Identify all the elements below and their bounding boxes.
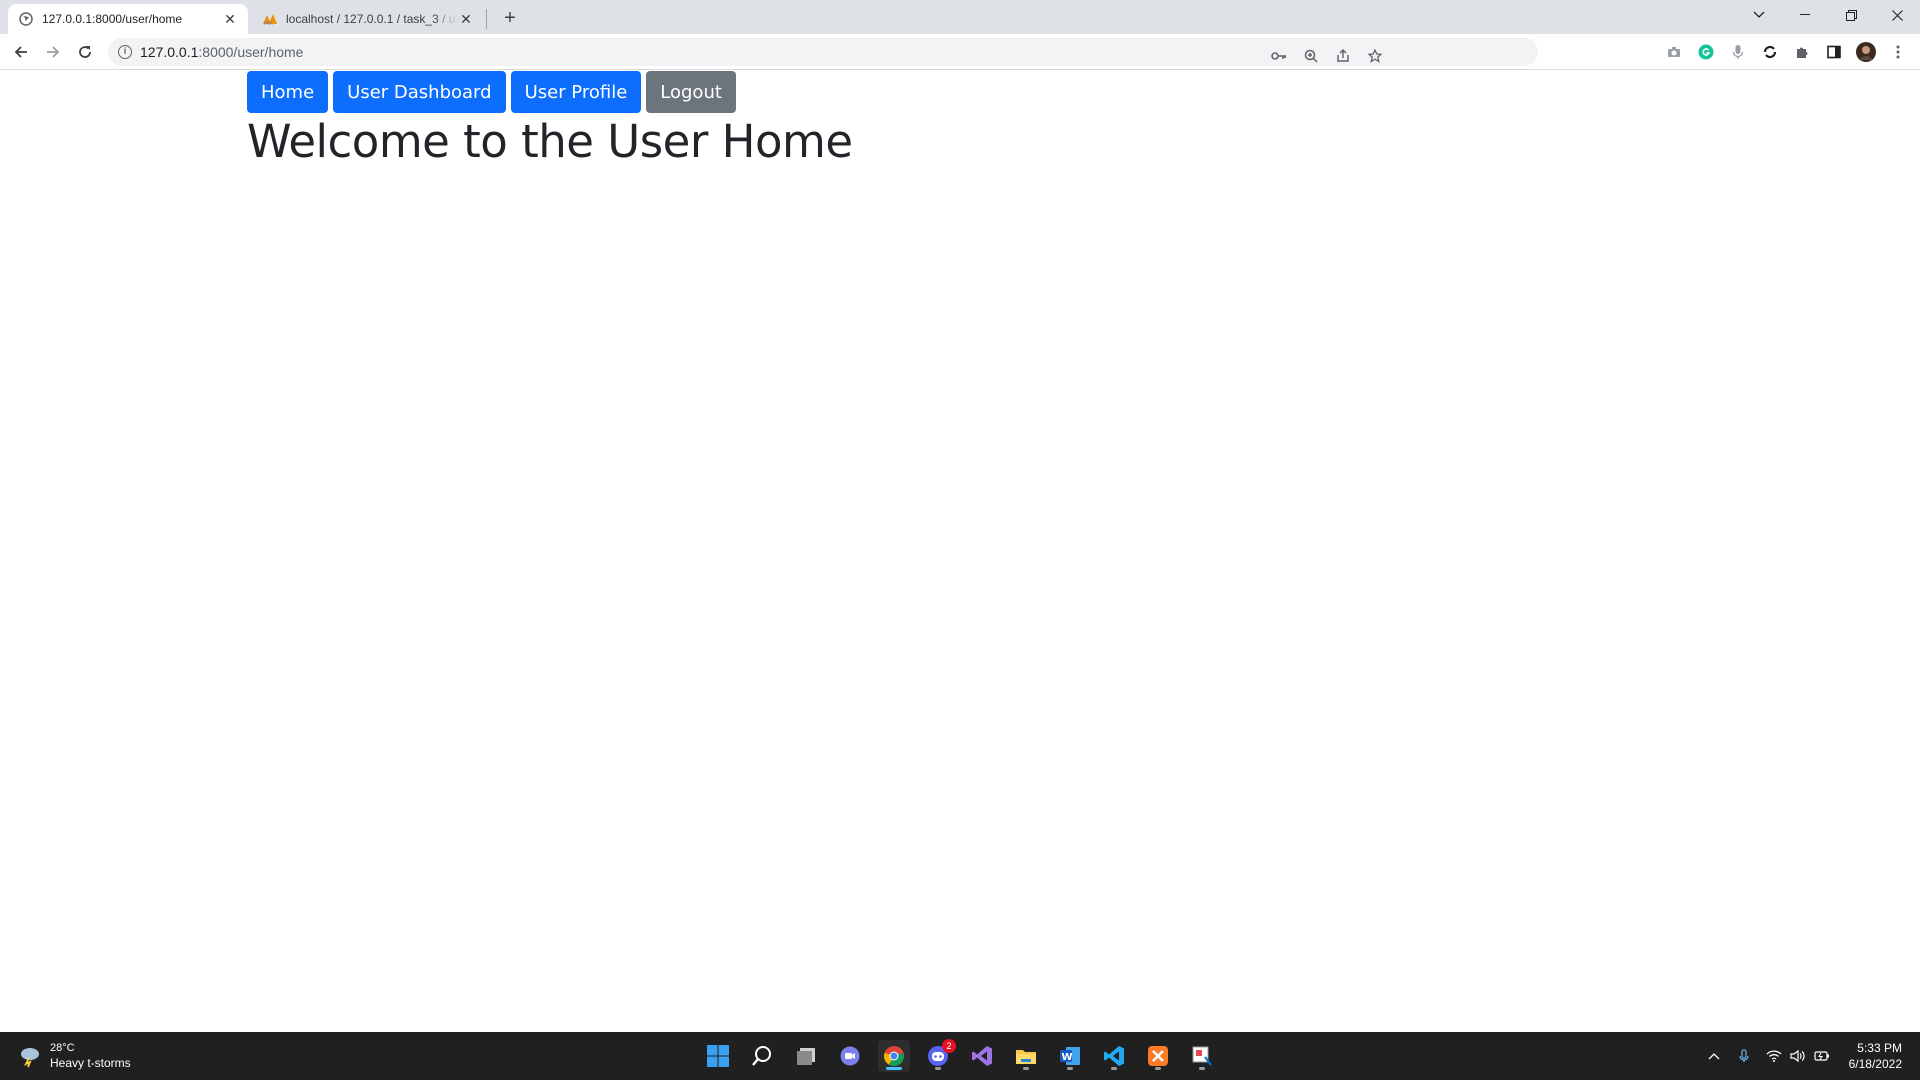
close-tab-icon[interactable]: ✕ xyxy=(458,11,474,27)
file-explorer-icon[interactable] xyxy=(1010,1040,1042,1072)
system-clock[interactable]: 5:33 PM 6/18/2022 xyxy=(1849,1040,1902,1072)
back-button[interactable] xyxy=(8,39,34,65)
close-tab-icon[interactable]: ✕ xyxy=(222,11,238,27)
tab-separator xyxy=(486,9,487,29)
svg-text:W: W xyxy=(1062,1052,1073,1063)
active-indicator xyxy=(886,1067,902,1070)
running-indicator xyxy=(1023,1067,1029,1070)
profile-avatar[interactable] xyxy=(1856,42,1876,62)
zoom-icon[interactable] xyxy=(1300,45,1322,67)
visual-studio-icon[interactable] xyxy=(966,1040,998,1072)
running-indicator xyxy=(1067,1067,1073,1070)
forward-button[interactable] xyxy=(40,39,66,65)
tab-user-home[interactable]: 127.0.0.1:8000/user/home ✕ xyxy=(8,4,248,34)
notification-badge: 2 xyxy=(942,1039,956,1053)
bookmark-star-icon[interactable] xyxy=(1364,45,1386,67)
home-button[interactable]: Home xyxy=(247,71,329,113)
tab-title: 127.0.0.1:8000/user/home xyxy=(42,12,183,26)
clock-time: 5:33 PM xyxy=(1857,1041,1902,1055)
vscode-icon[interactable] xyxy=(1098,1040,1130,1072)
running-indicator xyxy=(1199,1067,1205,1070)
address-bar[interactable]: i 127.0.0.1:8000/user/home xyxy=(108,38,1538,66)
phpmyadmin-icon: PMA xyxy=(262,11,278,27)
share-icon[interactable] xyxy=(1332,45,1354,67)
weather-temperature: 28°C xyxy=(50,1042,75,1054)
top-nav: Home User Dashboard User Profile Logout xyxy=(247,71,736,113)
user-profile-button[interactable]: User Profile xyxy=(510,71,642,113)
xampp-icon[interactable] xyxy=(1142,1040,1174,1072)
running-indicator xyxy=(1111,1067,1117,1070)
word-icon[interactable]: W xyxy=(1054,1040,1086,1072)
page-title: Welcome to the User Home xyxy=(247,115,853,168)
snipping-tool-icon[interactable] xyxy=(1186,1040,1218,1072)
tab-search-icon[interactable] xyxy=(1736,0,1782,30)
browser-toolbar: i 127.0.0.1:8000/user/home xyxy=(0,34,1920,70)
side-panel-icon[interactable] xyxy=(1824,42,1844,62)
chrome-menu-icon[interactable] xyxy=(1888,42,1908,62)
running-indicator xyxy=(1155,1067,1161,1070)
minimize-button[interactable] xyxy=(1782,0,1828,30)
address-url: 127.0.0.1:8000/user/home xyxy=(140,44,304,60)
user-dashboard-button[interactable]: User Dashboard xyxy=(333,71,506,113)
battery-icon[interactable] xyxy=(1814,1048,1830,1064)
new-tab-button[interactable]: + xyxy=(498,6,522,30)
svg-text:PMA: PMA xyxy=(264,21,273,26)
search-icon[interactable] xyxy=(746,1040,778,1072)
weather-widget[interactable]: 28°C Heavy t-storms xyxy=(18,1041,131,1071)
teams-chat-icon[interactable] xyxy=(834,1040,866,1072)
reload-button[interactable] xyxy=(72,39,98,65)
key-icon[interactable] xyxy=(1268,45,1290,67)
clock-date: 6/18/2022 xyxy=(1848,1057,1902,1071)
sync-extension-icon[interactable] xyxy=(1760,42,1780,62)
site-info-icon[interactable]: i xyxy=(118,45,132,59)
storm-cloud-icon xyxy=(18,1044,42,1068)
extensions-puzzle-icon[interactable] xyxy=(1792,42,1812,62)
windows-taskbar: 28°C Heavy t-storms 2 W 5:33 PM 6/18/202… xyxy=(0,1032,1920,1080)
screenshot-extension-icon[interactable] xyxy=(1664,42,1684,62)
chevron-up-icon[interactable] xyxy=(1706,1048,1722,1064)
restore-button[interactable] xyxy=(1828,0,1874,30)
close-window-button[interactable] xyxy=(1874,0,1920,30)
task-view-icon[interactable] xyxy=(790,1040,822,1072)
discord-icon[interactable]: 2 xyxy=(922,1039,956,1072)
tab-title: localhost / 127.0.0.1 / task_3 / users xyxy=(286,12,458,26)
chrome-taskbar-icon[interactable] xyxy=(878,1040,910,1072)
microphone-extension-icon[interactable] xyxy=(1728,42,1748,62)
wifi-icon[interactable] xyxy=(1766,1048,1782,1064)
page-content: Home User Dashboard User Profile Logout … xyxy=(0,71,1920,1032)
globe-icon xyxy=(18,11,34,27)
browser-tabstrip: 127.0.0.1:8000/user/home ✕ PMA localhost… xyxy=(0,0,1920,34)
running-indicator xyxy=(935,1067,941,1070)
tab-phpmyadmin[interactable]: PMA localhost / 127.0.0.1 / task_3 / use… xyxy=(252,4,484,34)
grammarly-icon[interactable] xyxy=(1696,42,1716,62)
volume-icon[interactable] xyxy=(1790,1048,1806,1064)
microphone-icon[interactable] xyxy=(1736,1048,1752,1064)
start-button[interactable] xyxy=(702,1040,734,1072)
weather-condition: Heavy t-storms xyxy=(50,1056,131,1070)
logout-button[interactable]: Logout xyxy=(646,71,736,113)
